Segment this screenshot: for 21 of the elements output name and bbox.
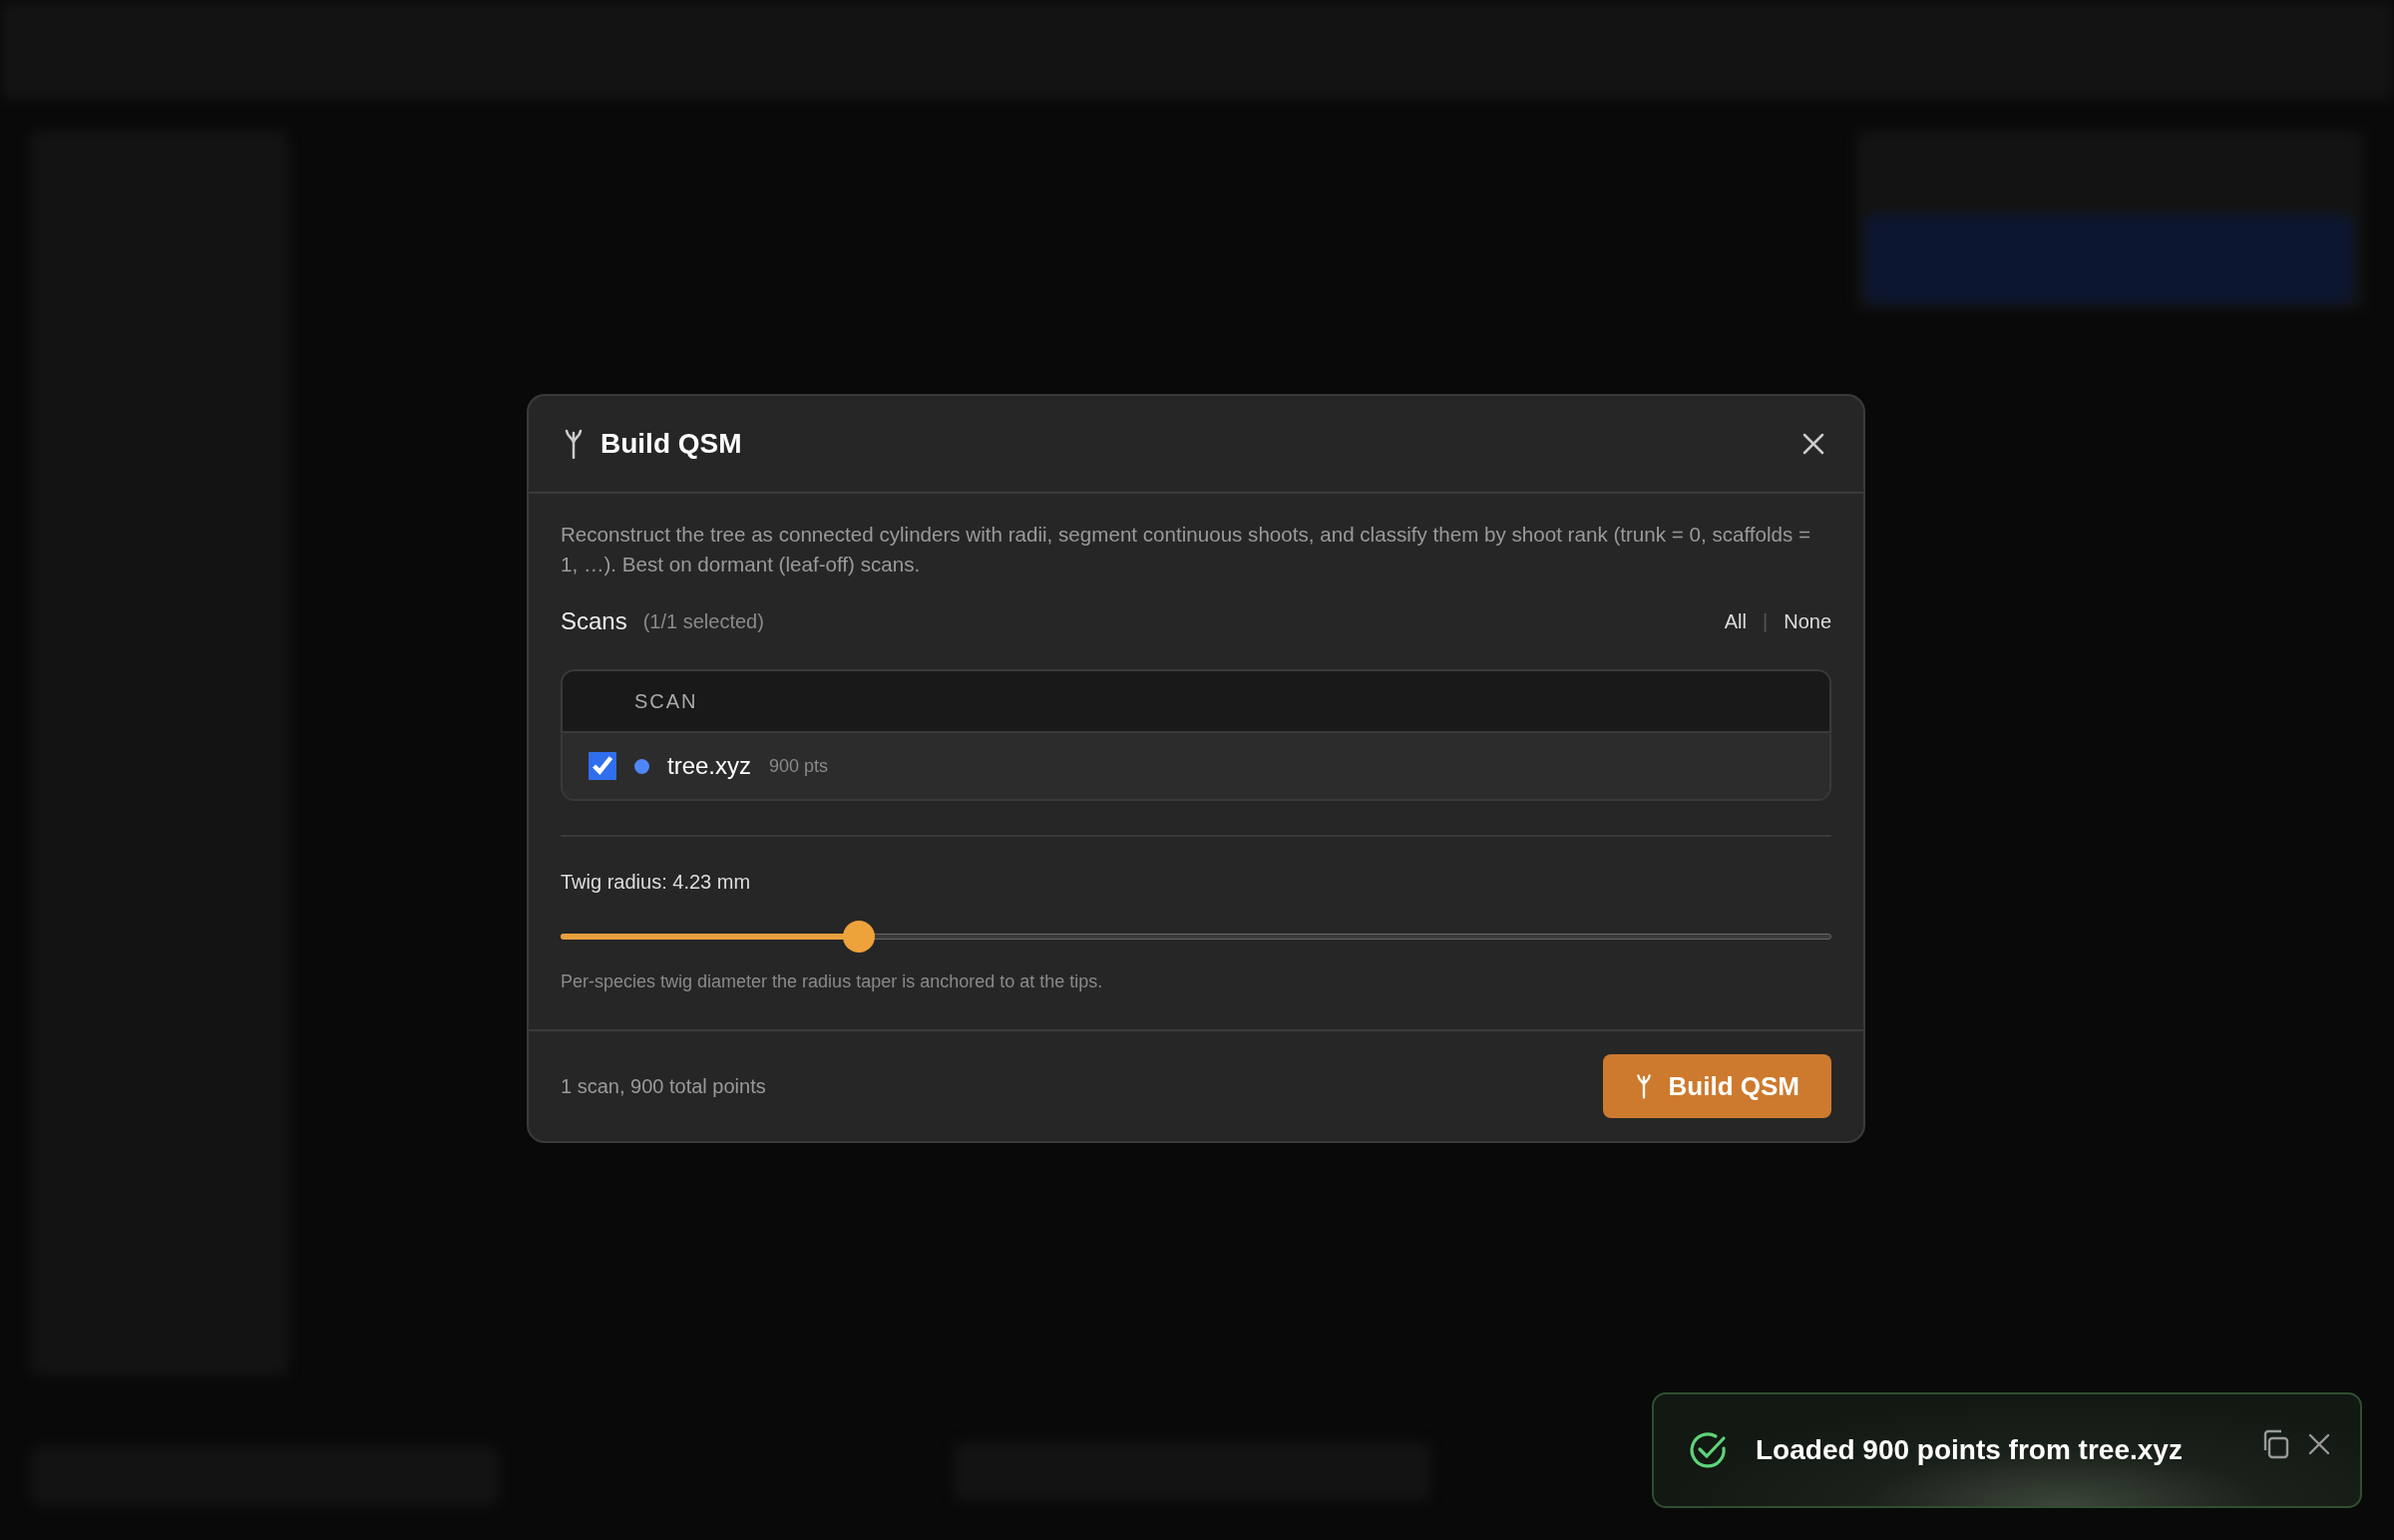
slider-track[interactable] — [561, 921, 1831, 953]
selection-count: (1/1 selected) — [642, 609, 764, 634]
description-text: Reconstruct the tree as connected cylinders with radii, segment continuous shoots, and classify them by shoot rank (trunk = 0, scaffolds = 1, …). Best on dormant (leaf-off) scans. — [561, 522, 1812, 578]
select-none-link[interactable]: None — [1784, 606, 1831, 636]
scan-name: tree.xyz — [667, 751, 752, 781]
select-all-link[interactable]: All — [1724, 606, 1747, 636]
slider-hint: Per-species twig diameter the radius taper is anchored to at the tips. — [561, 970, 1104, 993]
slider-thumb[interactable] — [843, 921, 876, 953]
fork-icon — [1634, 1073, 1653, 1099]
section-label: Scans — [561, 606, 627, 636]
check-circle-icon — [1688, 1430, 1728, 1470]
separator: | — [1763, 609, 1769, 634]
fork-icon — [563, 429, 585, 459]
column-header: SCAN — [634, 689, 698, 714]
dialog-title: Build QSM — [600, 427, 742, 461]
point-count: 900 pts — [769, 754, 829, 778]
row-checkbox[interactable] — [589, 752, 616, 780]
slider-label: Twig radius: 4.23 mm — [561, 870, 752, 895]
close-icon[interactable] — [2308, 1433, 2330, 1455]
toast-message: Loaded 900 points from tree.xyz — [1756, 1433, 2183, 1467]
summary-text: 1 scan, 900 total points — [561, 1074, 766, 1099]
